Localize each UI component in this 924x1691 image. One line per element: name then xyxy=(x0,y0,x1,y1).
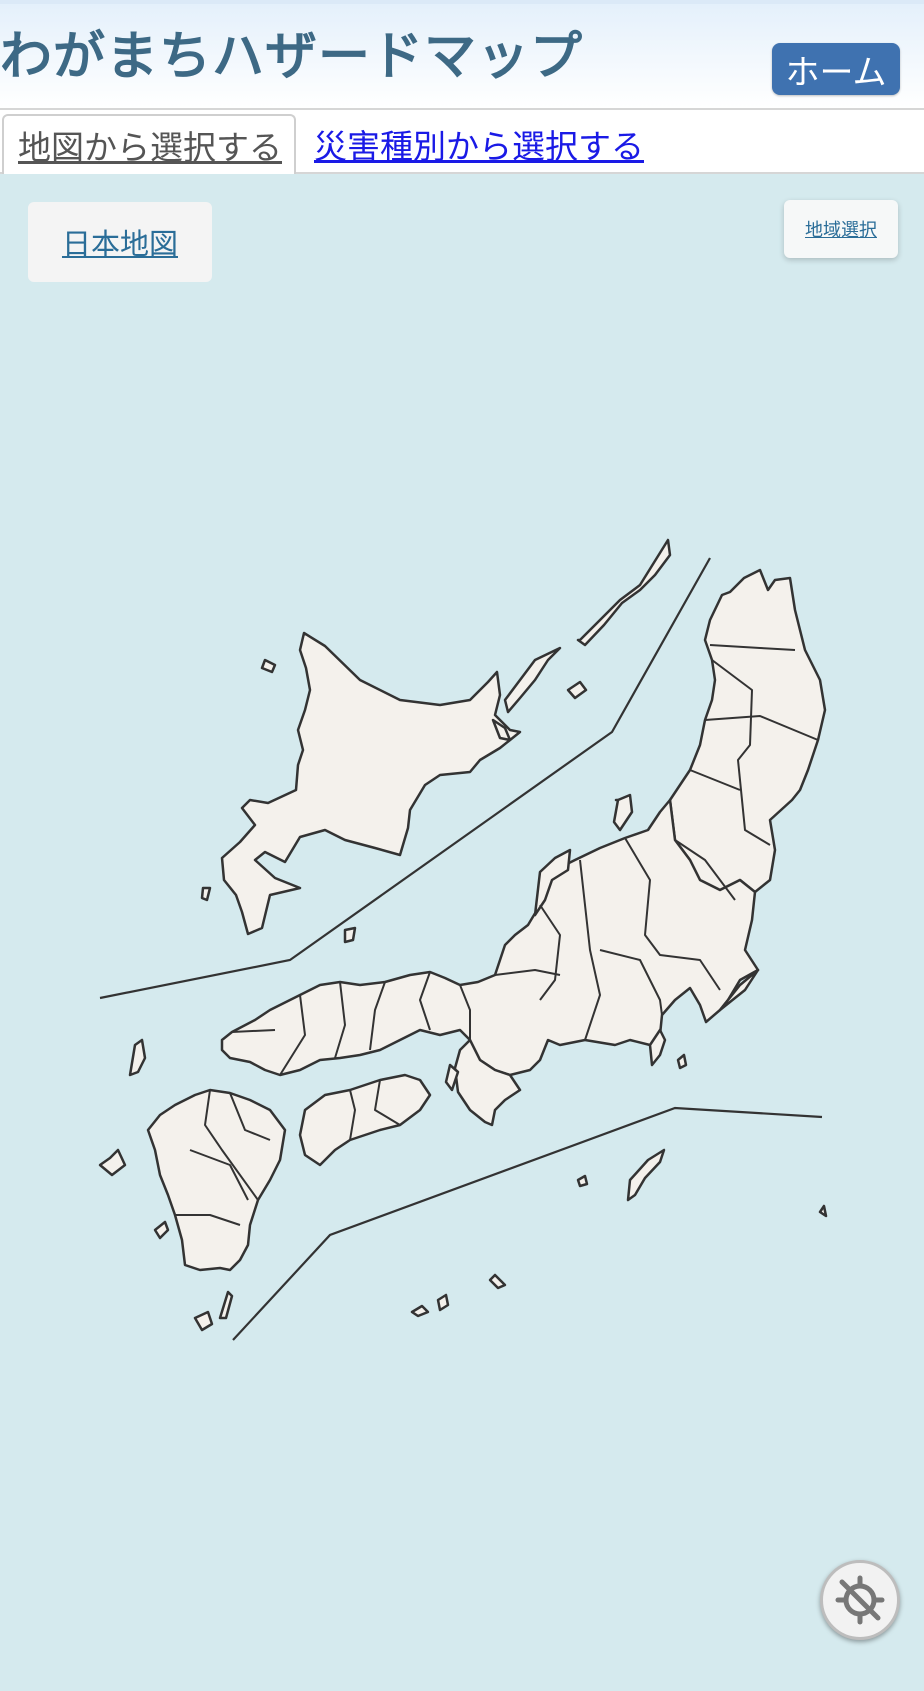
japan-map[interactable] xyxy=(0,174,924,1691)
shikoku xyxy=(298,1073,432,1167)
app-header: わがまちハザードマップ ホーム xyxy=(0,0,924,108)
tab-select-by-map[interactable]: 地図から選択する xyxy=(2,114,296,174)
tab-bar: 地図から選択する 災害種別から選択する xyxy=(0,108,924,174)
map-area[interactable]: 日本地図 地域選択 xyxy=(0,174,924,1691)
hokkaido xyxy=(220,631,522,936)
japan-map-button[interactable]: 日本地図 xyxy=(28,202,212,282)
current-location-button[interactable] xyxy=(820,1560,900,1640)
crosshair-off-icon xyxy=(835,1575,885,1625)
tohoku xyxy=(668,568,827,894)
tab-select-by-disaster-type[interactable]: 災害種別から選択する xyxy=(314,114,644,174)
region-select-button[interactable]: 地域選択 xyxy=(784,200,898,258)
kyushu xyxy=(146,1088,287,1272)
app-title: わがまちハザードマップ xyxy=(0,27,584,87)
home-button[interactable]: ホーム xyxy=(772,43,900,95)
